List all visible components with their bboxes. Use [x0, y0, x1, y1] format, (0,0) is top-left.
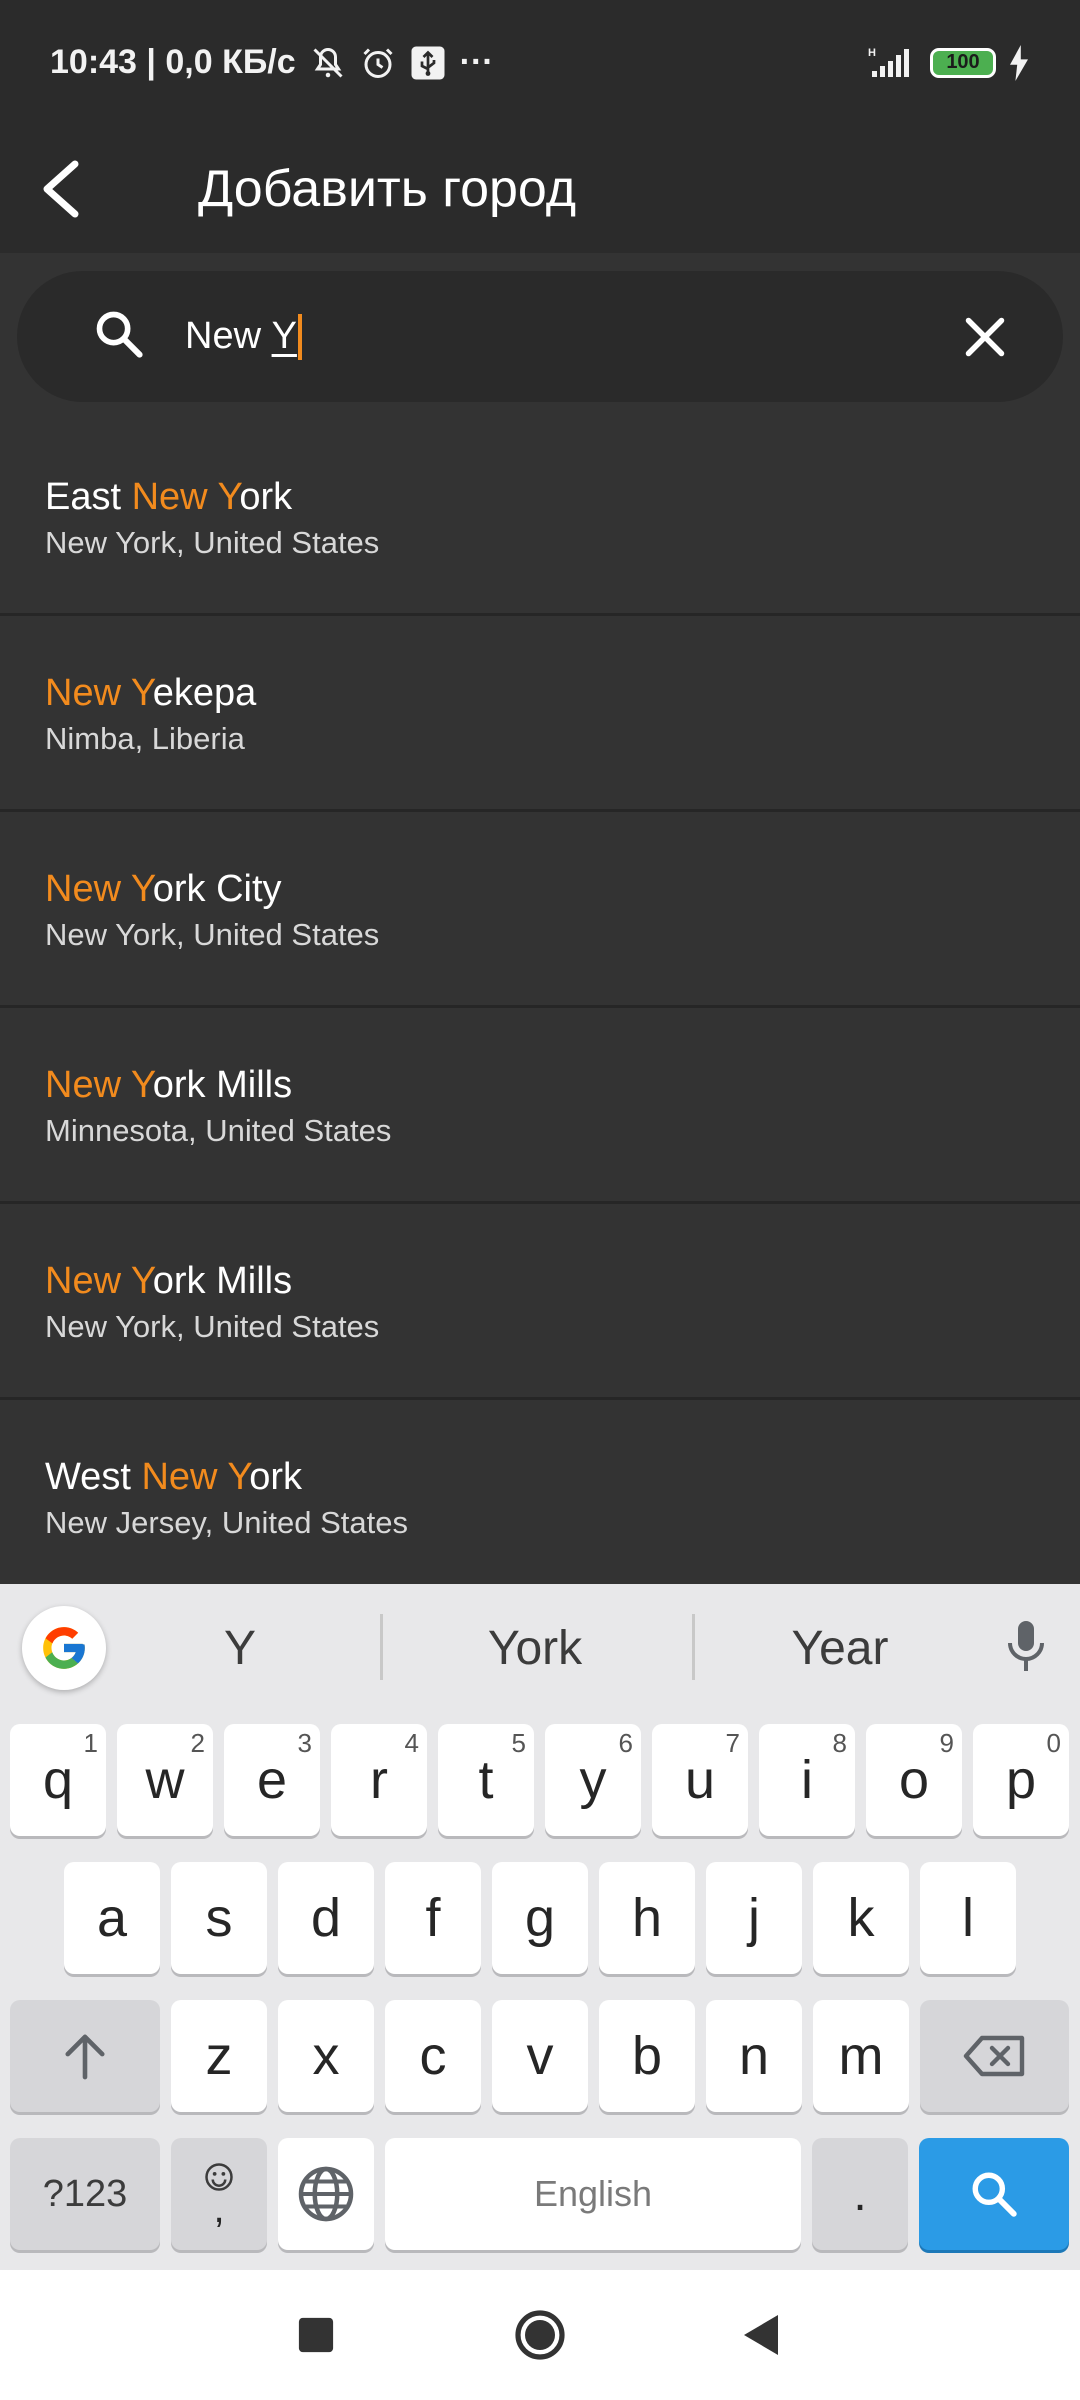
battery-icon: 100 — [930, 47, 996, 78]
backspace-key[interactable] — [920, 2000, 1069, 2112]
key-g[interactable]: g — [492, 1862, 588, 1974]
result-subtitle: New York, United States — [45, 916, 380, 952]
page-title: Добавить город — [198, 160, 577, 218]
key-i[interactable]: i8 — [759, 1724, 855, 1836]
suggestion-divider — [692, 1614, 695, 1680]
suggestion-2[interactable]: York — [390, 1584, 680, 1712]
navigation-bar — [0, 2270, 1080, 2400]
suggestion-bar: Y York Year — [0, 1584, 1080, 1712]
key-v[interactable]: v — [492, 2000, 588, 2112]
search-icon — [972, 2172, 1017, 2217]
key-x[interactable]: x — [278, 2000, 374, 2112]
key-d[interactable]: d — [278, 1862, 374, 1974]
key-w[interactable]: w2 — [117, 1724, 213, 1836]
suggestion-divider — [380, 1614, 383, 1680]
list-item[interactable]: New York Mills Minnesota, United States — [0, 1008, 1080, 1204]
list-item[interactable]: East New York New York, United States — [0, 420, 1080, 616]
key-k[interactable]: k — [813, 1862, 909, 1974]
status-bar: 10:43 | 0,0 КБ/с ··· H 100 — [0, 0, 1080, 125]
key-a[interactable]: a — [64, 1862, 160, 1974]
key-b[interactable]: b — [599, 2000, 695, 2112]
recents-button[interactable] — [256, 2270, 376, 2400]
recents-square-icon — [298, 2317, 334, 2353]
more-indicator: ··· — [459, 43, 494, 81]
key-t[interactable]: t5 — [438, 1724, 534, 1836]
list-item[interactable]: New York Mills New York, United States — [0, 1204, 1080, 1400]
result-title: New Yekepa — [45, 671, 257, 714]
search-icon — [93, 308, 145, 365]
app-bar: Добавить город — [0, 125, 1080, 253]
suggestion-1[interactable]: Y — [120, 1584, 360, 1712]
results-list: East New York New York, United States Ne… — [0, 420, 1080, 1584]
space-key[interactable]: English — [385, 2138, 801, 2250]
list-item[interactable]: New York City New York, United States — [0, 812, 1080, 1008]
search-bar[interactable]: New Y — [17, 271, 1063, 402]
key-l[interactable]: l — [920, 1862, 1016, 1974]
key-r[interactable]: r4 — [331, 1724, 427, 1836]
language-key[interactable] — [278, 2138, 374, 2250]
keyboard: Y York Year q1 w2 e3 r4 t5 y6 u7 i8 o9 p… — [0, 1584, 1080, 2270]
svg-text:H: H — [868, 47, 876, 59]
result-subtitle: New Jersey, United States — [45, 1504, 408, 1540]
key-q[interactable]: q1 — [10, 1724, 106, 1836]
mute-icon — [310, 45, 346, 81]
signal-icon: H — [862, 45, 918, 81]
result-title: East New York — [45, 475, 293, 518]
result-title: New York Mills — [45, 1063, 293, 1106]
result-title: New York Mills — [45, 1259, 293, 1302]
key-f[interactable]: f — [385, 1862, 481, 1974]
key-m[interactable]: m — [813, 2000, 909, 2112]
list-item[interactable]: New Yekepa Nimba, Liberia — [0, 616, 1080, 812]
back-button[interactable] — [0, 125, 120, 253]
key-s[interactable]: s — [171, 1862, 267, 1974]
comma-emoji-key[interactable]: , — [171, 2138, 267, 2250]
key-h[interactable]: h — [599, 1862, 695, 1974]
search-input[interactable]: New Y — [185, 313, 302, 360]
search-input-typed: Y — [271, 315, 297, 357]
result-subtitle: Nimba, Liberia — [45, 720, 245, 756]
backspace-icon — [963, 2035, 1024, 2077]
result-title: New York City — [45, 867, 282, 910]
close-icon — [965, 317, 1005, 356]
shift-key[interactable] — [10, 2000, 160, 2112]
alarm-icon — [360, 45, 396, 81]
period-key[interactable]: . — [812, 2138, 908, 2250]
usb-icon — [410, 45, 446, 81]
result-subtitle: New York, United States — [45, 1308, 380, 1344]
result-subtitle: Minnesota, United States — [45, 1112, 392, 1148]
microphone-icon[interactable] — [996, 1612, 1056, 1682]
key-z[interactable]: z — [171, 2000, 267, 2112]
arrow-back-icon — [43, 160, 79, 218]
key-j[interactable]: j — [706, 1862, 802, 1974]
google-icon[interactable] — [22, 1606, 106, 1690]
list-item[interactable]: West New York New Jersey, United States — [0, 1400, 1080, 1584]
key-c[interactable]: c — [385, 2000, 481, 2112]
shift-arrow-icon — [65, 2034, 105, 2080]
key-u[interactable]: u7 — [652, 1724, 748, 1836]
key-n[interactable]: n — [706, 2000, 802, 2112]
home-circle-icon — [515, 2310, 565, 2360]
home-button[interactable] — [480, 2270, 600, 2400]
key-o[interactable]: o9 — [866, 1724, 962, 1836]
key-p[interactable]: p0 — [973, 1724, 1069, 1836]
key-y[interactable]: y6 — [545, 1724, 641, 1836]
back-triangle-icon — [744, 2315, 778, 2355]
system-back-button[interactable] — [700, 2270, 820, 2400]
result-title: West New York — [45, 1455, 302, 1498]
search-action-key[interactable] — [919, 2138, 1069, 2250]
suggestion-3[interactable]: Year — [700, 1584, 980, 1712]
clear-search-button[interactable] — [955, 307, 1015, 367]
text-cursor — [297, 313, 302, 360]
search-input-prefix: New — [185, 315, 272, 357]
result-subtitle: New York, United States — [45, 524, 380, 560]
symbols-key[interactable]: ?123 — [10, 2138, 160, 2250]
charging-icon — [1008, 44, 1030, 81]
status-time: 10:43 | 0,0 КБ/с — [50, 43, 296, 81]
key-e[interactable]: e3 — [224, 1724, 320, 1836]
globe-icon — [298, 2166, 354, 2222]
